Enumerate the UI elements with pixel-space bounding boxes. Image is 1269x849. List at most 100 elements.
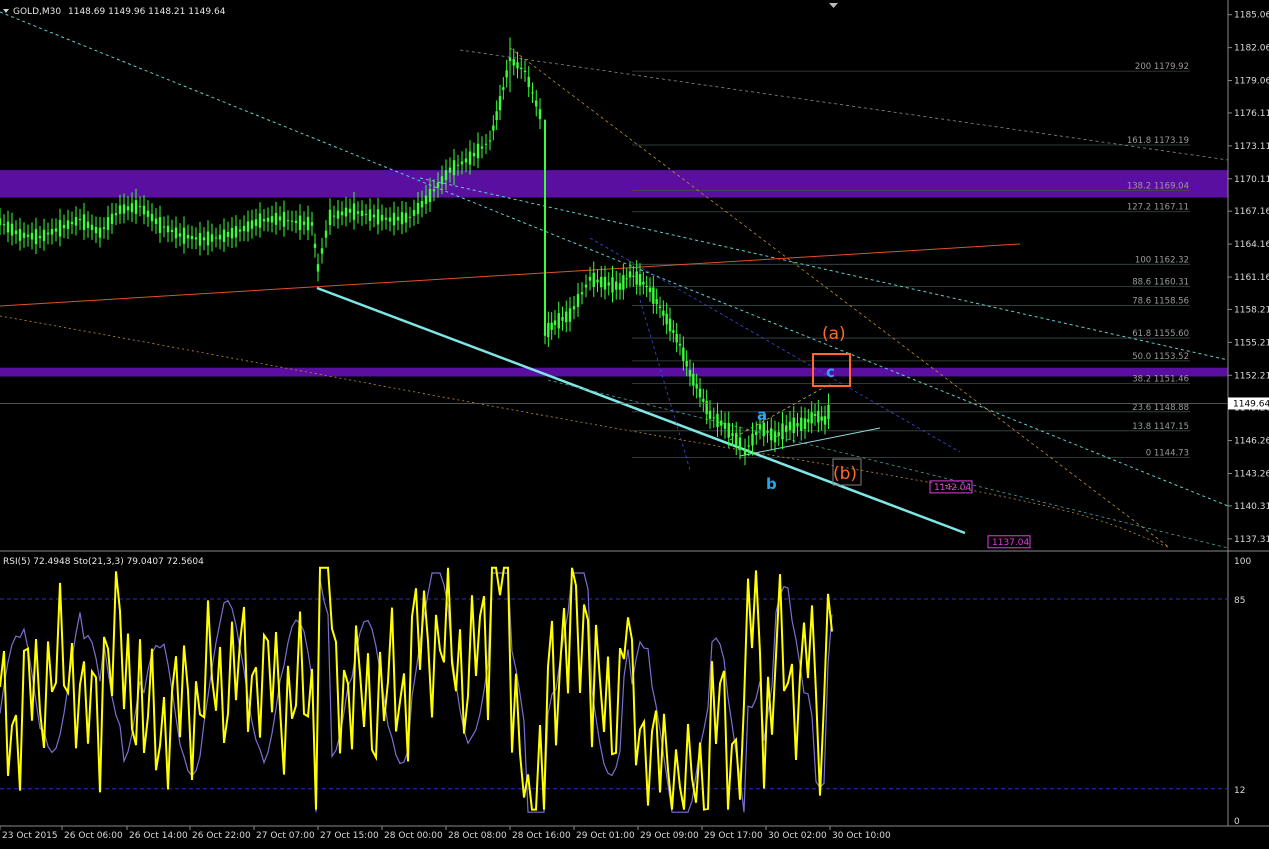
price-tick-label: 1164.16	[1234, 240, 1269, 250]
candle-body	[622, 275, 625, 290]
candle-body	[428, 188, 432, 202]
candle-body	[118, 205, 122, 214]
candle-body	[655, 298, 658, 304]
candle-body	[580, 292, 584, 295]
fib-level-label: 100 1162.32	[1135, 255, 1189, 265]
candle-body	[238, 229, 242, 232]
candle-body	[246, 221, 250, 232]
candle-body	[796, 423, 799, 427]
osc-tick-label: 100	[1234, 557, 1251, 567]
candle-body	[625, 278, 628, 280]
candle-body	[174, 227, 178, 239]
candle-body	[262, 219, 266, 222]
candle-body	[638, 274, 642, 286]
candle-body	[492, 125, 495, 131]
candle-body	[618, 283, 622, 290]
candle-body	[126, 206, 130, 211]
candle-body	[692, 373, 695, 386]
candle-body	[535, 100, 538, 107]
candle-body	[792, 417, 795, 434]
candle-body	[170, 229, 174, 232]
candle-body	[98, 227, 102, 238]
candle-body	[22, 232, 26, 238]
candle-body	[678, 343, 682, 346]
candle-body	[416, 202, 420, 215]
candle-body	[58, 220, 62, 237]
time-tick-label: 29 Oct 09:00	[640, 831, 699, 841]
candle-body	[632, 275, 635, 277]
wave-label-big-b: (b)	[833, 464, 857, 484]
candle-body	[348, 208, 352, 213]
candle-body	[388, 217, 392, 222]
symbol-label: GOLD,M30	[13, 7, 61, 17]
time-tick-label: 28 Oct 16:00	[512, 831, 571, 841]
candle-body	[310, 222, 314, 226]
candle-body	[607, 282, 610, 286]
candle-body	[592, 272, 595, 288]
candle-body	[682, 347, 685, 361]
fib-level-label: 13.8 1147.15	[1132, 422, 1189, 432]
price-level-label: 1142.04	[934, 483, 971, 493]
candle-body	[26, 234, 30, 237]
time-tick-label: 26 Oct 14:00	[129, 831, 188, 841]
candle-body	[162, 226, 166, 228]
price-tick-label: 1173.11	[1234, 142, 1269, 152]
candle-body	[258, 213, 262, 228]
candle-body	[685, 360, 688, 367]
candle-body	[698, 388, 702, 398]
candle-body	[785, 425, 788, 432]
fib-level-label: 138.2 1169.04	[1127, 182, 1189, 192]
candle-body	[186, 234, 190, 239]
candle-body	[266, 217, 270, 222]
ohlc-label: 1148.69 1149.96 1148.21 1149.64	[68, 7, 226, 17]
candle-body	[600, 276, 603, 288]
candle-body	[294, 220, 298, 224]
time-tick-label: 27 Oct 15:00	[320, 831, 379, 841]
candle-body	[54, 228, 58, 232]
candle-body	[352, 203, 356, 220]
candle-body	[452, 160, 456, 176]
candle-body	[505, 70, 508, 78]
time-tick-label: 27 Oct 07:00	[256, 831, 315, 841]
candle-body	[708, 410, 712, 420]
candle-body	[758, 424, 762, 430]
candle-body	[615, 281, 618, 290]
time-tick-label: 28 Oct 08:00	[448, 831, 507, 841]
candle-body	[222, 229, 226, 243]
candle-body	[302, 221, 306, 225]
candle-body	[190, 235, 194, 240]
candle-body	[603, 276, 607, 290]
price-tick-label: 1155.21	[1234, 338, 1269, 348]
osc-tick-label: 12	[1234, 786, 1245, 796]
candle-body	[820, 416, 823, 421]
candle-body	[823, 416, 827, 425]
candle-body	[316, 264, 320, 272]
fib-level-label: 0 1144.73	[1146, 448, 1189, 458]
candle-body	[520, 67, 523, 69]
candle-body	[502, 87, 505, 90]
candle-body	[336, 210, 340, 219]
candle-body	[154, 218, 158, 224]
candle-body	[531, 92, 534, 94]
candle-body	[408, 216, 412, 218]
price-tick-label: 1170.11	[1234, 175, 1269, 185]
candle-body	[254, 219, 258, 226]
candle-body	[488, 140, 492, 142]
candle-body	[495, 111, 498, 121]
price-tick-label: 1176.11	[1234, 109, 1269, 119]
price-tick-label: 1161.16	[1234, 273, 1269, 283]
resistance-zone-lower	[0, 367, 1228, 377]
candle-body	[194, 237, 198, 240]
candle-body	[448, 167, 452, 173]
candle-body	[444, 170, 448, 181]
price-chart-svg[interactable]: 200 1179.92161.8 1173.19138.2 1169.04127…	[0, 0, 1269, 845]
candle-body	[751, 433, 754, 446]
candle-body	[290, 220, 294, 222]
candle-body	[122, 204, 126, 214]
chart-window[interactable]: 200 1179.92 161.8 1173.19 138.2 1169.04 127…	[0, 0, 1269, 845]
candle-body	[226, 231, 230, 237]
time-tick-label: 29 Oct 17:00	[704, 831, 763, 841]
candle-body	[90, 224, 94, 231]
candle-body	[652, 287, 655, 304]
candle-body	[672, 330, 675, 333]
